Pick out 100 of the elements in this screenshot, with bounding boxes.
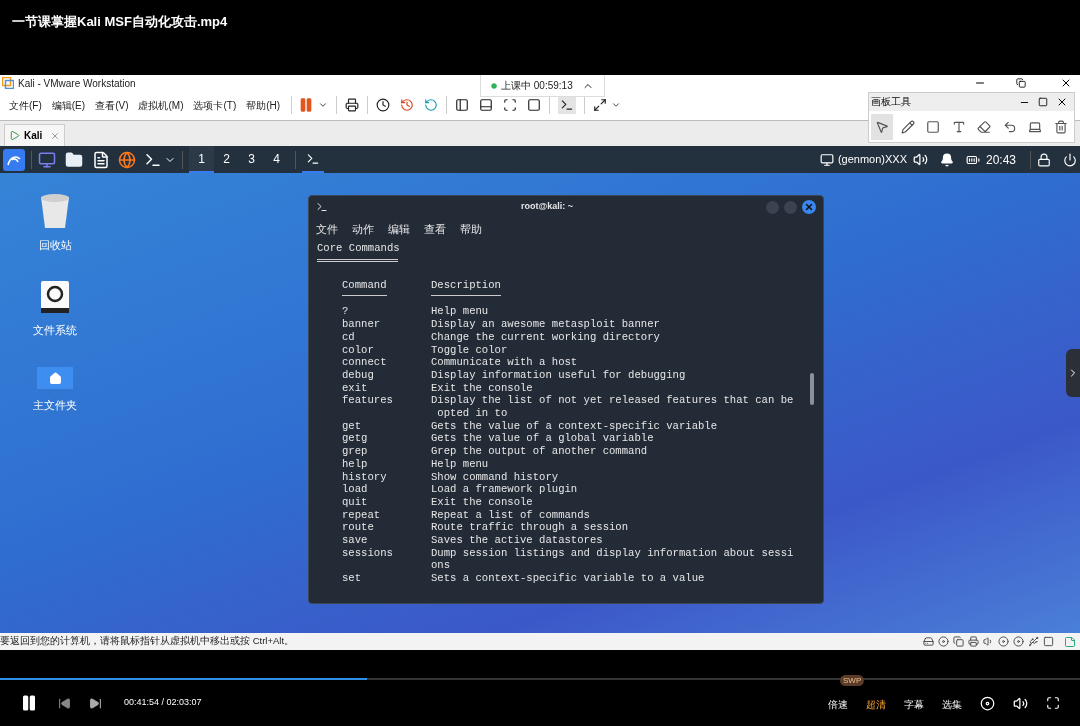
desktop-icon-label[interactable]: 文件系统 — [33, 322, 77, 339]
command-name: connect — [342, 356, 388, 369]
library-icon[interactable] — [455, 98, 470, 112]
desktop-icon-label[interactable]: 主文件夹 — [33, 397, 77, 414]
desktop-icon[interactable] — [38, 150, 56, 169]
command-description: Dump session listings and display information about sessi — [431, 546, 794, 560]
status-message: 要返回到您的计算机，请将鼠标指针从虚拟机中移出或按 Ctrl+Alt。 — [0, 634, 296, 649]
caret-icon[interactable] — [318, 100, 329, 110]
column-header: Description — [431, 278, 501, 292]
column-header: Command — [342, 278, 388, 292]
command-description: Display the list of not yet released features that can be — [431, 394, 794, 408]
fullscreen-icon[interactable] — [503, 98, 518, 112]
player-option[interactable]: 选集 — [942, 699, 962, 710]
command-description: Gets the value of a global variable — [431, 432, 654, 446]
command-description: Repeat a list of commands — [431, 508, 590, 522]
workspace-tab[interactable]: 4 — [264, 146, 289, 173]
target-icon[interactable] — [980, 695, 995, 711]
menu-item[interactable]: 编辑(E) — [46, 97, 91, 113]
close-icon[interactable] — [1060, 77, 1072, 89]
menu-item[interactable]: 编辑 — [387, 220, 411, 238]
menu-item[interactable]: 文件 — [315, 220, 339, 238]
clock: 20:43 — [985, 151, 1016, 169]
restore-icon[interactable] — [1016, 78, 1026, 88]
scrollbar[interactable] — [810, 373, 814, 405]
display-icon[interactable] — [1043, 636, 1054, 647]
sound-icon[interactable] — [983, 636, 994, 647]
revert-snapshot-icon[interactable] — [400, 98, 415, 112]
power-icon[interactable] — [1063, 152, 1077, 167]
usb-icon[interactable] — [1028, 636, 1039, 647]
folder-icon[interactable] — [65, 150, 83, 169]
command-name: repeat — [342, 508, 382, 522]
drive-icon — [40, 280, 70, 314]
window-title: Kali - VMware Workstation — [18, 76, 136, 91]
command-name: banner — [342, 318, 382, 331]
maximize-icon[interactable] — [1038, 97, 1048, 107]
terminal-icon — [316, 201, 328, 213]
browser-icon[interactable] — [118, 150, 136, 169]
lock-icon[interactable] — [1037, 152, 1051, 167]
command-name: cd — [342, 330, 356, 344]
vm-tab[interactable]: Kali — [4, 124, 66, 146]
stretch-icon[interactable] — [593, 98, 608, 112]
terminal-title: root@kali: ~ — [519, 200, 574, 214]
printer-icon[interactable] — [968, 636, 979, 647]
pause-icon[interactable] — [20, 694, 38, 712]
command-description: Grep the output of another command — [431, 445, 648, 458]
command-name: getg — [342, 432, 369, 446]
note-icon[interactable] — [1064, 635, 1076, 648]
player-option[interactable]: 超清 — [866, 699, 886, 710]
command-name: ? — [342, 305, 350, 319]
desktop-icon-label[interactable]: 回收站 — [38, 237, 72, 254]
document-icon[interactable] — [92, 150, 110, 169]
menu-item[interactable]: 查看(V) — [90, 97, 134, 113]
menu-item[interactable]: 查看 — [423, 220, 447, 238]
workspace-tab[interactable]: 1 — [189, 146, 214, 173]
command-name: color — [342, 343, 375, 357]
command-name: help — [342, 457, 369, 471]
section-heading: Core Commands — [317, 242, 400, 255]
command-name: set — [342, 572, 363, 585]
disc-icon[interactable] — [998, 636, 1009, 647]
close-button[interactable] — [802, 200, 816, 214]
menu-item[interactable]: 虚拟机(M) — [133, 97, 189, 113]
workspace-tab[interactable]: 2 — [214, 146, 239, 173]
fullscreen-icon[interactable] — [1046, 696, 1060, 710]
send-keys-icon[interactable] — [345, 98, 360, 112]
command-description: Gets the value of a context-specific variable — [431, 419, 718, 433]
unity-icon[interactable] — [527, 98, 542, 112]
snapshot-icon[interactable] — [376, 98, 391, 112]
badge: SWP — [840, 675, 865, 686]
next-icon[interactable] — [89, 696, 102, 710]
monitor-icon — [819, 152, 834, 167]
menu-item[interactable]: 文件(F) — [4, 97, 47, 113]
command-name: debug — [342, 368, 375, 382]
command-description: Exit the console — [431, 381, 533, 395]
command-description: Toggle color — [431, 343, 508, 357]
bell-icon[interactable] — [939, 152, 954, 167]
command-description: Load a framework plugin — [431, 483, 578, 496]
menu-item[interactable]: 动作 — [351, 220, 375, 238]
command-description: ons — [431, 559, 452, 573]
menu-item[interactable]: 选项卡(T) — [188, 97, 242, 113]
workspace-tab[interactable]: 3 — [239, 146, 264, 173]
command-description: opted in to — [436, 407, 509, 420]
player-option[interactable]: 倍速 — [828, 699, 848, 710]
tab-label: Kali — [24, 129, 43, 143]
pointer-icon[interactable] — [871, 113, 893, 140]
cd-icon[interactable] — [938, 636, 949, 647]
player-option[interactable]: 字幕 — [904, 699, 924, 710]
kali-menu-icon[interactable] — [3, 148, 25, 171]
command-name: grep — [342, 445, 369, 458]
trash-bin-icon — [39, 193, 71, 229]
thumbnail-icon[interactable] — [479, 98, 494, 112]
volume-icon[interactable] — [1013, 695, 1028, 711]
disc-icon[interactable] — [1013, 636, 1024, 647]
previous-icon[interactable] — [58, 696, 71, 710]
close-icon[interactable] — [1056, 96, 1068, 108]
volume-icon[interactable] — [912, 152, 928, 167]
command-description: Exit the console — [431, 495, 533, 509]
command-name: sessions — [342, 546, 394, 561]
caret-icon[interactable] — [611, 100, 622, 110]
menu-item[interactable]: 帮助 — [459, 220, 483, 238]
menu-item[interactable]: 帮助(H) — [241, 97, 286, 113]
